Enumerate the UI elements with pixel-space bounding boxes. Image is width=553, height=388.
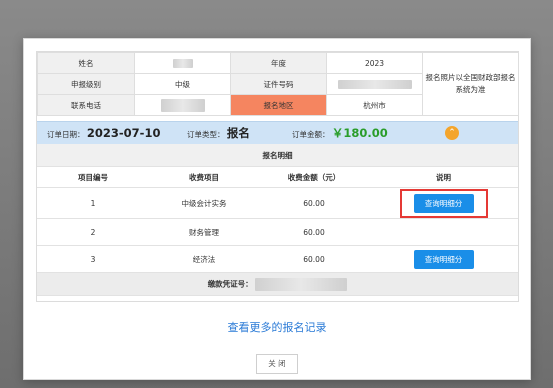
query-detail-button[interactable]: 查询明细分 — [413, 249, 474, 269]
order-date-value: 2023-07-10 — [86, 126, 161, 140]
order-type: 订单类型： 报名 — [187, 122, 250, 144]
table-row: 2 财务管理 60.00 — [37, 218, 518, 246]
row-no: 1 — [37, 187, 149, 219]
voucher-label: 缴款凭证号： — [207, 279, 253, 288]
year-value: 2023 — [326, 52, 423, 74]
detail-table: 报名明细 项目编号 收费项目 收费金额（元） 说明 1 中级会计实务 60.00… — [37, 144, 518, 296]
level-label: 申报级别 — [37, 73, 135, 95]
table-row: 1 中级会计实务 60.00 查询明细分 — [37, 187, 518, 219]
photo-note: 报名照片以全国财政部报名系统为准 — [422, 52, 519, 116]
row-item: 中级会计实务 — [149, 187, 259, 219]
year-label: 年度 — [230, 52, 327, 74]
detail-title: 报名明细 — [37, 144, 518, 167]
voucher-redacted — [255, 277, 348, 291]
phone-redacted — [160, 98, 205, 112]
more-records-link[interactable]: 查看更多的报名记录 — [24, 319, 530, 335]
order-type-value: 报名 — [226, 126, 250, 140]
header-item: 收费项目 — [149, 166, 259, 188]
close-button[interactable]: 关 闭 — [256, 354, 298, 374]
registration-modal: 姓名 年度 2023 报名照片以全国财政部报名系统为准 申报级别 中级 证件号码… — [23, 38, 531, 380]
order-type-label: 订单类型： — [187, 130, 225, 139]
order-amount-label: 订单金额： — [292, 130, 330, 139]
info-table: 姓名 年度 2023 报名照片以全国财政部报名系统为准 申报级别 中级 证件号码… — [37, 52, 519, 116]
name-label: 姓名 — [37, 52, 135, 74]
name-redacted — [172, 58, 193, 68]
header-no: 项目编号 — [37, 166, 149, 188]
row-desc — [369, 218, 518, 246]
level-value: 中级 — [134, 73, 231, 95]
row-amount: 60.00 — [259, 245, 369, 273]
order-date: 订单日期： 2023-07-10 — [47, 122, 160, 144]
header-amount: 收费金额（元） — [259, 166, 369, 188]
order-amount-value: ￥180.00 — [331, 126, 388, 140]
phone-label: 联系电话 — [37, 94, 135, 116]
header-desc: 说明 — [369, 166, 518, 188]
order-date-label: 订单日期： — [47, 130, 85, 139]
order-summary-bar: 订单日期： 2023-07-10 订单类型： 报名 订单金额： ￥180.00 … — [37, 121, 518, 145]
row-item: 经济法 — [149, 245, 259, 273]
row-item: 财务管理 — [149, 218, 259, 246]
idno-redacted — [337, 79, 412, 89]
query-detail-button[interactable]: 查询明细分 — [413, 193, 474, 213]
region-value: 杭州市 — [326, 94, 423, 116]
registration-panel: 姓名 年度 2023 报名照片以全国财政部报名系统为准 申报级别 中级 证件号码… — [36, 51, 519, 302]
phone-value — [134, 94, 231, 116]
row-no: 3 — [37, 245, 149, 273]
chevron-up-icon[interactable]: ⌃ — [445, 126, 459, 140]
voucher-row: 缴款凭证号： — [37, 272, 518, 296]
region-label: 报名地区 — [230, 94, 327, 116]
row-amount: 60.00 — [259, 187, 369, 219]
idno-value — [326, 73, 423, 95]
row-amount: 60.00 — [259, 218, 369, 246]
idno-label: 证件号码 — [230, 73, 327, 95]
highlight-box: 查询明细分 — [399, 188, 488, 218]
name-value — [134, 52, 231, 74]
table-row: 3 经济法 60.00 查询明细分 — [37, 245, 518, 273]
row-desc: 查询明细分 — [369, 245, 518, 273]
row-no: 2 — [37, 218, 149, 246]
row-desc: 查询明细分 — [369, 187, 518, 219]
order-amount: 订单金额： ￥180.00 — [292, 122, 388, 144]
